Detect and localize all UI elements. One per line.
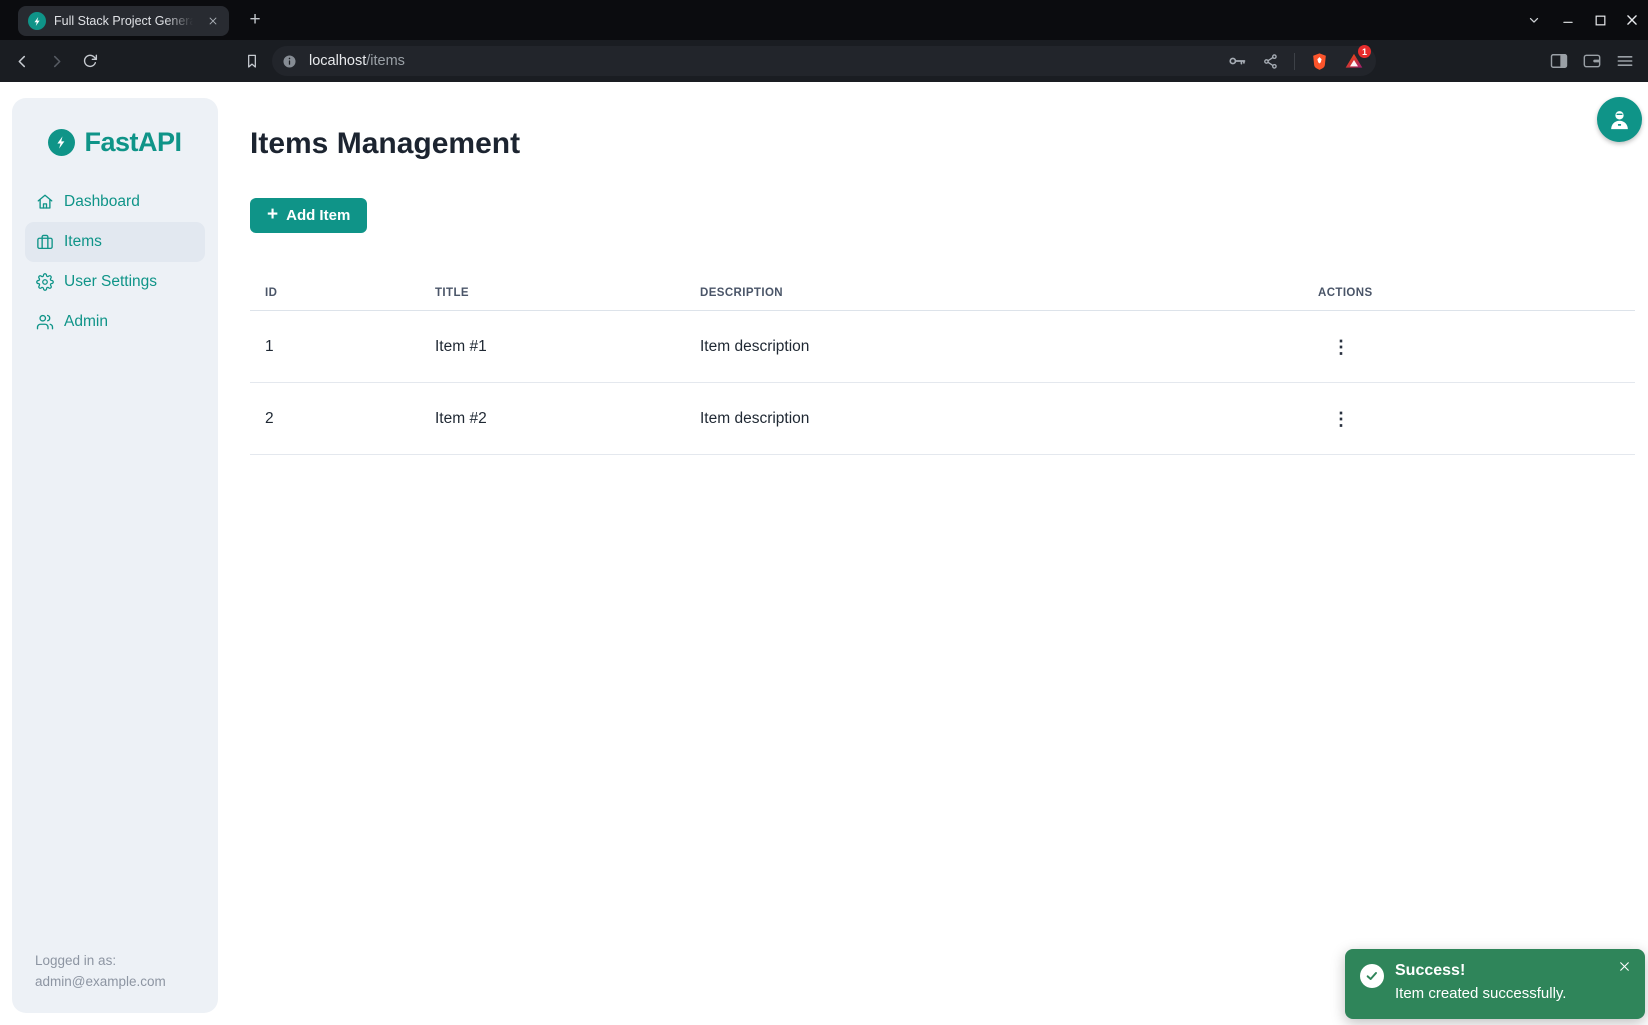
column-header-id: ID xyxy=(250,287,435,299)
forward-button[interactable] xyxy=(42,47,70,75)
fastapi-logo-text: FastAPI xyxy=(84,127,181,158)
sidebar: FastAPI Dashboard Items User Settings Ad… xyxy=(12,98,218,1013)
page-title: Items Management xyxy=(250,127,520,161)
brave-rewards-icon[interactable]: 1 xyxy=(1344,51,1364,71)
toast-close-icon[interactable] xyxy=(1615,957,1633,975)
browser-tab-bar: Full Stack Project Genera + xyxy=(0,0,1648,40)
plus-icon: + xyxy=(267,205,278,224)
fastapi-logo: FastAPI xyxy=(12,127,218,158)
brave-shields-icon[interactable] xyxy=(1310,52,1329,71)
window-maximize-button[interactable] xyxy=(1584,0,1616,40)
success-toast: Success! Item created successfully. xyxy=(1345,949,1645,1019)
briefcase-icon xyxy=(36,233,54,251)
row-actions-kebab-icon[interactable]: ⋮ xyxy=(1328,404,1354,434)
toast-message: Item created successfully. xyxy=(1395,983,1566,1005)
sidebar-item-label: Admin xyxy=(64,313,108,331)
divider xyxy=(1294,53,1295,70)
password-key-icon[interactable] xyxy=(1227,51,1247,71)
logged-in-label: Logged in as: xyxy=(35,950,166,971)
reload-button[interactable] xyxy=(76,47,104,75)
back-button[interactable] xyxy=(8,47,36,75)
sidebar-item-label: Items xyxy=(64,233,102,251)
new-tab-button[interactable]: + xyxy=(243,8,267,32)
table-row: 2 Item #2 Item description ⋮ xyxy=(250,383,1635,455)
tab-close-icon[interactable] xyxy=(205,13,221,29)
cell-description: Item description xyxy=(700,410,1318,428)
tab-title: Full Stack Project Genera xyxy=(54,14,196,28)
cell-id: 1 xyxy=(250,338,435,356)
cell-title: Item #2 xyxy=(435,410,700,428)
cell-title: Item #1 xyxy=(435,338,700,356)
url-path: /items xyxy=(366,53,405,69)
url-bar[interactable]: localhost/items 1 xyxy=(272,46,1376,76)
share-icon[interactable] xyxy=(1262,53,1279,70)
column-header-actions: ACTIONS xyxy=(1318,287,1635,299)
add-item-button[interactable]: + Add Item xyxy=(250,198,367,233)
fastapi-favicon-icon xyxy=(28,12,46,30)
site-info-icon[interactable] xyxy=(281,53,298,70)
table-row: 1 Item #1 Item description ⋮ xyxy=(250,311,1635,383)
row-actions-kebab-icon[interactable]: ⋮ xyxy=(1328,332,1354,362)
cell-id: 2 xyxy=(250,410,435,428)
column-header-title: TITLE xyxy=(435,287,700,299)
window-close-button[interactable] xyxy=(1616,0,1648,40)
cell-description: Item description xyxy=(700,338,1318,356)
sidebar-item-items[interactable]: Items xyxy=(25,222,205,262)
window-minimize-button[interactable] xyxy=(1552,0,1584,40)
table-header-row: ID TITLE DESCRIPTION ACTIONS xyxy=(250,275,1635,311)
sidebar-item-label: User Settings xyxy=(64,273,157,291)
url-host: localhost xyxy=(309,53,366,69)
items-table: ID TITLE DESCRIPTION ACTIONS 1 Item #1 I… xyxy=(250,275,1635,455)
rewards-badge: 1 xyxy=(1358,45,1371,58)
home-icon xyxy=(36,193,54,211)
gear-icon xyxy=(36,273,54,291)
sidebar-item-user-settings[interactable]: User Settings xyxy=(25,262,205,302)
user-icon xyxy=(1606,106,1633,133)
sidebar-item-admin[interactable]: Admin xyxy=(25,302,205,342)
fastapi-logo-icon xyxy=(48,129,75,156)
logged-in-footer: Logged in as: admin@example.com xyxy=(35,950,166,992)
sidebar-nav: Dashboard Items User Settings Admin xyxy=(12,182,218,342)
url-text: localhost/items xyxy=(309,53,405,69)
side-panel-icon[interactable] xyxy=(1549,51,1569,71)
page-content: FastAPI Dashboard Items User Settings Ad… xyxy=(0,82,1648,1025)
users-icon xyxy=(36,313,54,331)
menu-hamburger-icon[interactable] xyxy=(1615,51,1635,71)
wallet-icon[interactable] xyxy=(1582,51,1602,71)
browser-nav-bar: localhost/items 1 xyxy=(0,40,1648,82)
check-circle-icon xyxy=(1360,964,1384,988)
bookmark-icon[interactable] xyxy=(238,47,266,75)
logged-in-email: admin@example.com xyxy=(35,971,166,992)
browser-tab[interactable]: Full Stack Project Genera xyxy=(18,6,229,36)
tab-search-chevron-icon[interactable] xyxy=(1522,8,1546,32)
user-avatar-button[interactable] xyxy=(1597,97,1642,142)
toast-title: Success! xyxy=(1395,961,1566,981)
column-header-description: DESCRIPTION xyxy=(700,287,1318,299)
add-item-label: Add Item xyxy=(286,207,350,224)
sidebar-item-dashboard[interactable]: Dashboard xyxy=(25,182,205,222)
sidebar-item-label: Dashboard xyxy=(64,193,140,211)
window-controls xyxy=(1552,0,1648,40)
